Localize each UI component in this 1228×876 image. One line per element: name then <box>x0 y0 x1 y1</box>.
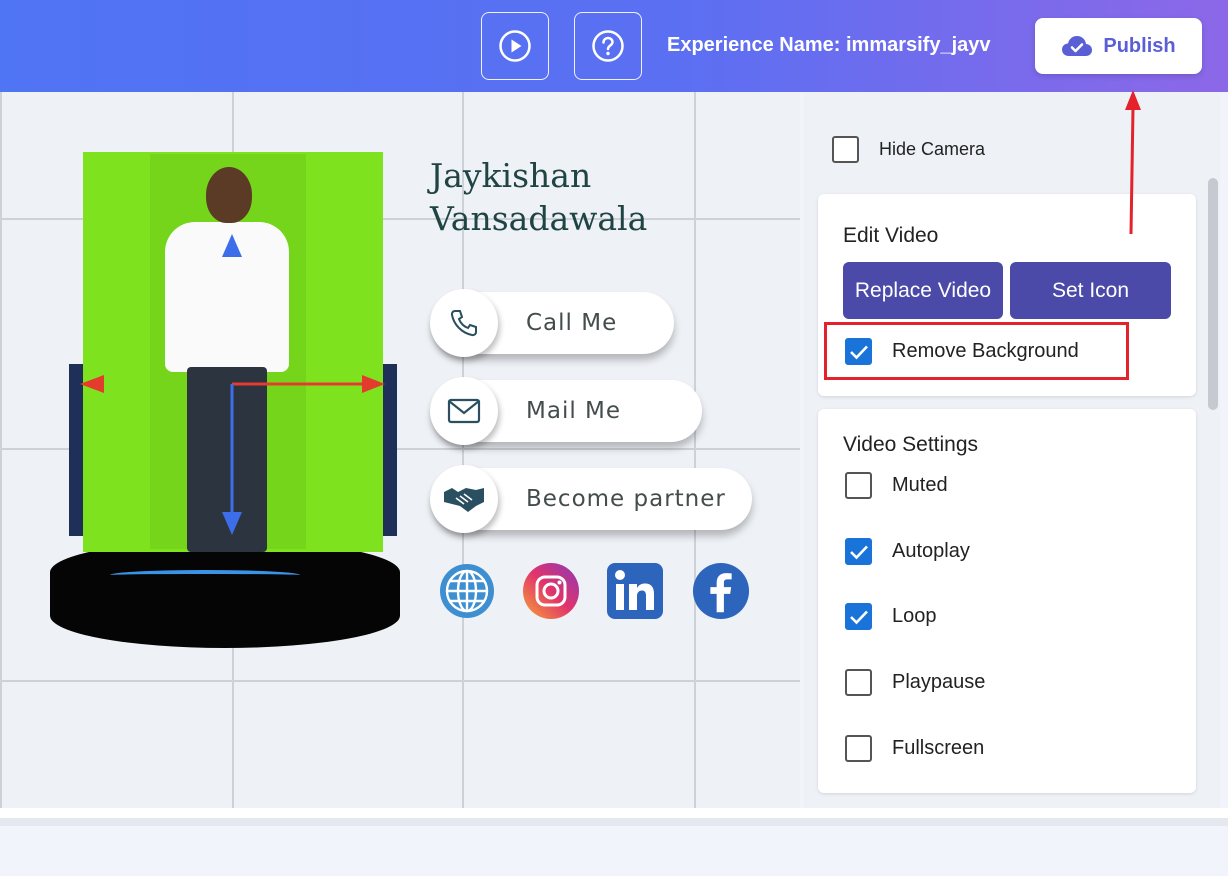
facebook-icon[interactable] <box>692 562 750 620</box>
autoplay-option[interactable]: Autoplay <box>845 538 970 565</box>
fullscreen-option[interactable]: Fullscreen <box>845 735 984 762</box>
loop-label: Loop <box>892 605 937 627</box>
fullscreen-checkbox[interactable] <box>845 735 872 762</box>
gizmo-x-arrow[interactable] <box>362 375 385 393</box>
experience-name: Experience Name: immarsify_jayv <box>667 34 991 56</box>
annotation-highlight-box <box>824 322 1129 380</box>
loop-option[interactable]: Loop <box>845 603 937 630</box>
editor-canvas[interactable]: Jaykishan Vansadawala Call Me Mail Me Be… <box>0 92 800 808</box>
gizmo-y-arrow-up[interactable] <box>222 234 242 257</box>
call-me-button[interactable]: Call Me <box>430 289 674 357</box>
panel-scrollbar[interactable] <box>1208 178 1218 410</box>
checkmark-icon <box>849 545 868 559</box>
call-me-label: Call Me <box>526 310 618 336</box>
play-circle-icon <box>499 30 531 62</box>
video-settings-title: Video Settings <box>843 433 979 456</box>
hide-camera-checkbox[interactable] <box>832 136 859 163</box>
name-line-2: Vansadawala <box>430 199 648 238</box>
hide-camera-label: Hide Camera <box>879 139 986 159</box>
hide-camera-option[interactable]: Hide Camera <box>832 136 985 163</box>
card-name: Jaykishan Vansadawala <box>430 154 647 240</box>
phone-icon <box>430 289 498 357</box>
playpause-label: Playpause <box>892 671 986 693</box>
transform-gizmo[interactable] <box>0 92 800 808</box>
fullscreen-label: Fullscreen <box>892 737 985 759</box>
page-footer-strip <box>0 818 1228 826</box>
autoplay-checkbox[interactable] <box>845 538 872 565</box>
mail-me-button[interactable]: Mail Me <box>430 377 702 445</box>
handshake-icon <box>430 465 498 533</box>
checkmark-icon <box>849 610 868 624</box>
muted-label: Muted <box>892 474 948 496</box>
business-card-scene: Jaykishan Vansadawala Call Me Mail Me Be… <box>0 92 800 808</box>
become-partner-label: Become partner <box>526 486 726 512</box>
linkedin-icon[interactable] <box>606 562 664 620</box>
edit-video-title: Edit Video <box>843 224 939 247</box>
become-partner-button[interactable]: Become partner <box>430 465 752 533</box>
video-settings-card: Video Settings Muted Autoplay Loop Playp… <box>818 409 1196 793</box>
help-button[interactable] <box>574 12 642 80</box>
playpause-checkbox[interactable] <box>845 669 872 696</box>
annotation-arrow <box>1125 90 1141 235</box>
muted-option[interactable]: Muted <box>845 472 948 499</box>
gizmo-y-arrow[interactable] <box>222 512 242 535</box>
preview-button[interactable] <box>481 12 549 80</box>
muted-checkbox[interactable] <box>845 472 872 499</box>
cloud-check-icon <box>1062 36 1093 56</box>
name-line-1: Jaykishan <box>430 156 592 195</box>
autoplay-label: Autoplay <box>892 540 970 562</box>
gizmo-x-arrow-left[interactable] <box>80 375 104 393</box>
question-circle-icon <box>592 30 624 62</box>
publish-label: Publish <box>1103 34 1176 57</box>
loop-checkbox[interactable] <box>845 603 872 630</box>
instagram-icon[interactable] <box>522 562 580 620</box>
replace-video-button[interactable]: Replace Video <box>843 262 1003 319</box>
mail-icon <box>430 377 498 445</box>
top-bar: Experience Name: immarsify_jayv Publish <box>0 0 1228 92</box>
playpause-option[interactable]: Playpause <box>845 669 985 696</box>
publish-button[interactable]: Publish <box>1035 18 1202 74</box>
globe-icon[interactable] <box>438 562 496 620</box>
mail-me-label: Mail Me <box>526 398 622 424</box>
set-icon-button[interactable]: Set Icon <box>1010 262 1171 319</box>
